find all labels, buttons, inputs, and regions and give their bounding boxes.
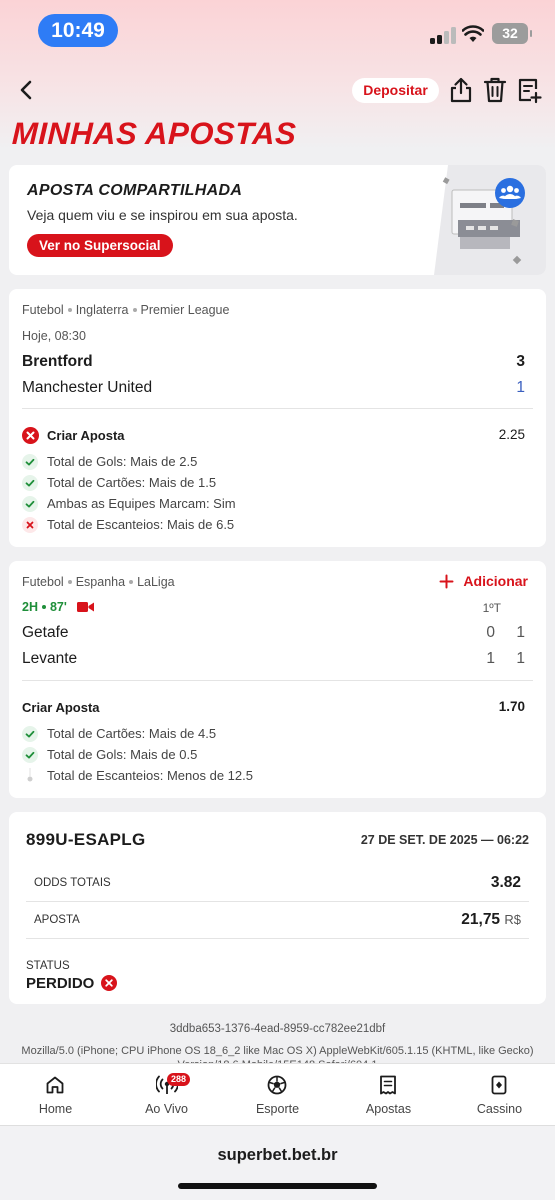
- tab-casino[interactable]: Cassino: [444, 1064, 555, 1126]
- x-icon: [22, 517, 38, 533]
- total-odds-value: 3.82: [490, 874, 521, 891]
- share-icon[interactable]: [448, 76, 474, 104]
- pending-dot-icon: [27, 768, 33, 782]
- bet-odds: 1.70: [498, 699, 525, 714]
- check-icon: [22, 454, 38, 470]
- add-note-icon[interactable]: [516, 76, 542, 104]
- cards-icon: [491, 1075, 507, 1095]
- add-selection-button[interactable]: Adicionar: [439, 573, 528, 591]
- divider: [22, 408, 533, 409]
- home-indicator[interactable]: [178, 1183, 377, 1189]
- event-time: Hoje, 08:30: [22, 329, 86, 343]
- divider: [26, 938, 529, 939]
- trash-icon[interactable]: [482, 76, 508, 104]
- divider: [22, 680, 533, 681]
- selection-leg: Total de Gols: Mais de 2.5: [22, 453, 422, 473]
- away-score: 1: [516, 650, 525, 667]
- away-team: Levante: [22, 650, 78, 667]
- check-icon: [22, 747, 38, 763]
- bottom-tab-bar: Home 288 Ao Vivo Esporte Apostas Cassino: [0, 1063, 555, 1125]
- total-odds-label: ODDS TOTAIS: [34, 877, 111, 889]
- home-team: Brentford: [22, 353, 93, 370]
- promo-title: APOSTA COMPARTILHADA: [27, 182, 243, 199]
- home-half-score: 0: [486, 624, 495, 641]
- selection-leg: Total de Cartões: Mais de 4.5: [22, 725, 422, 745]
- home-score: 1: [516, 624, 525, 641]
- ticket-icon: [380, 1075, 396, 1095]
- soccer-ball-icon: [267, 1075, 287, 1095]
- event-breadcrumb: Futebol Espanha LaLiga: [22, 575, 175, 589]
- check-icon: [22, 726, 38, 742]
- event-breadcrumb: Futebol Inglaterra Premier League: [22, 303, 230, 317]
- stake-value: 21,75 R$: [461, 911, 521, 928]
- divider: [26, 901, 529, 902]
- tab-live[interactable]: 288 Ao Vivo: [111, 1064, 222, 1126]
- selection-leg: Ambas as Equipes Marcam: Sim: [22, 495, 422, 515]
- away-team: Manchester United: [22, 379, 153, 396]
- selection-leg: Total de Escanteios: Menos de 12.5: [22, 767, 422, 787]
- tab-sports[interactable]: Esporte: [222, 1064, 333, 1126]
- shared-bet-promo-card: APOSTA COMPARTILHADA Veja quem viu e se …: [9, 165, 546, 275]
- away-half-score: 1: [486, 650, 495, 667]
- status-label: STATUS: [26, 960, 70, 972]
- bet-date: 27 DE SET. DE 2025 — 06:22: [360, 833, 529, 847]
- bet-builder-label: Criar Aposta: [47, 428, 125, 443]
- page-title: MINHAS APOSTAS: [11, 116, 297, 151]
- away-score: 1: [516, 379, 525, 396]
- bet-builder-label: Criar Aposta: [22, 700, 100, 715]
- live-video-icon[interactable]: [77, 601, 94, 613]
- supersocial-button[interactable]: Ver no Supersocial: [27, 234, 173, 257]
- status-badge: PERDIDO: [26, 975, 117, 992]
- plus-icon: [439, 574, 454, 589]
- home-score: 3: [516, 353, 525, 370]
- battery-icon: 32: [492, 23, 532, 44]
- lost-x-circle-icon: [100, 975, 117, 991]
- bet-card-getafe[interactable]: Futebol Espanha LaLiga Adicionar 2H 87' 1ºT…: [9, 561, 546, 798]
- status-bar: 10:49 32: [0, 14, 555, 48]
- url-text[interactable]: superbet.bet.br: [0, 1146, 555, 1165]
- lost-x-circle-icon: [22, 427, 39, 444]
- cellular-signal-icon: [430, 26, 456, 44]
- selection-leg: Total de Cartões: Mais de 1.5: [22, 474, 422, 494]
- live-clock: 2H 87': [22, 600, 67, 614]
- session-id: 3ddba653-1376-4ead-8959-cc782ee21dbf: [169, 1023, 386, 1035]
- bet-code: 899U-ESAPLG: [26, 830, 146, 849]
- deposit-button[interactable]: Depositar: [352, 78, 439, 103]
- live-count-badge: 288: [167, 1073, 191, 1086]
- bet-summary-card: 899U-ESAPLG 27 DE SET. DE 2025 — 06:22 O…: [9, 812, 546, 1004]
- home-team: Getafe: [22, 624, 69, 641]
- check-icon: [22, 496, 38, 512]
- user-agent: Mozilla/5.0 (iPhone; CPU iPhone OS 18_6_…: [21, 1045, 534, 1057]
- check-icon: [22, 475, 38, 491]
- first-half-header: 1ºT: [482, 601, 501, 615]
- stake-label: APOSTA: [34, 914, 80, 926]
- selection-leg: Total de Gols: Mais de 0.5: [22, 746, 422, 766]
- bet-card-brentford[interactable]: Futebol Inglaterra Premier League Hoje, 08…: [9, 289, 546, 547]
- home-icon: [46, 1076, 64, 1094]
- promo-subtitle: Veja quem viu e se inspirou em sua apost…: [27, 207, 298, 223]
- wifi-icon: [462, 25, 484, 42]
- browser-address-bar[interactable]: superbet.bet.br: [0, 1125, 555, 1200]
- shared-ticket-illustration-icon: [434, 165, 546, 275]
- bet-odds: 2.25: [498, 427, 525, 442]
- back-chevron-icon[interactable]: [16, 78, 38, 102]
- tab-my-bets[interactable]: Apostas: [333, 1064, 444, 1126]
- selection-leg: Total de Escanteios: Mais de 6.5: [22, 516, 422, 536]
- tab-home[interactable]: Home: [0, 1064, 111, 1126]
- clock: 10:49: [38, 14, 118, 47]
